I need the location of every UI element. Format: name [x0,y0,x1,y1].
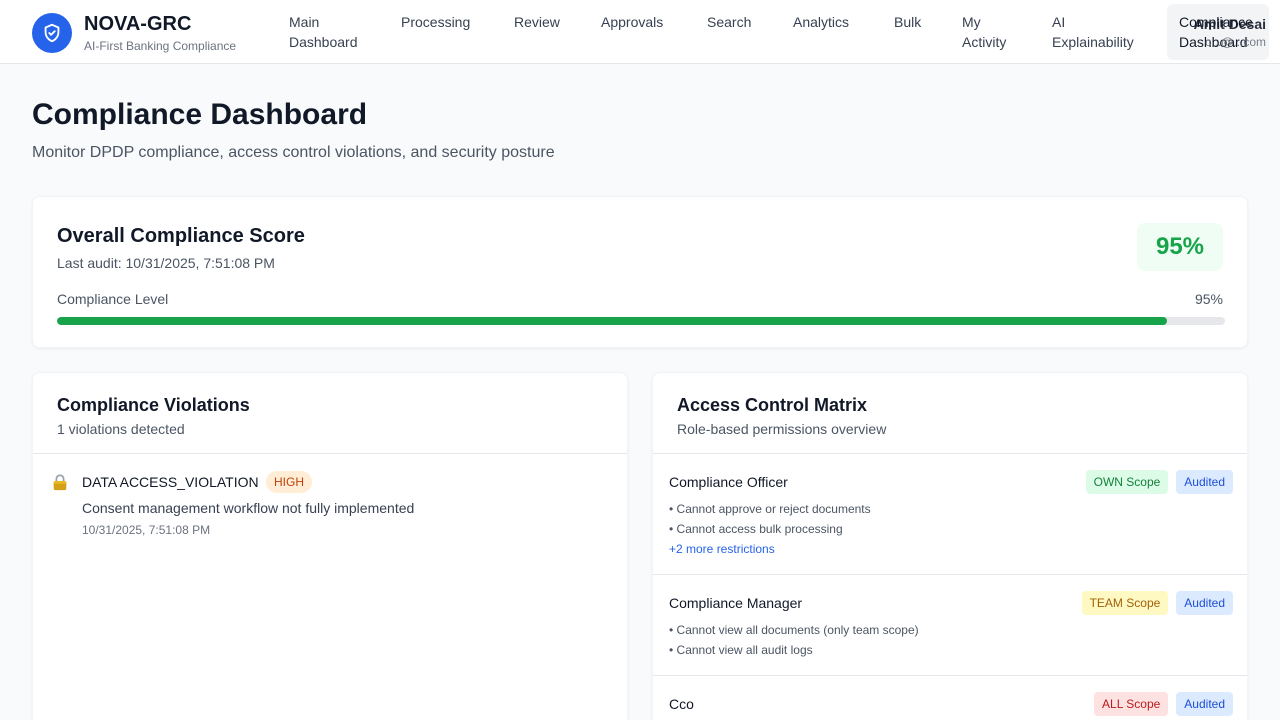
brand[interactable]: NOVA-GRC AI-First Banking Compliance [32,12,236,54]
violation-type: DATA ACCESS_VIOLATION [82,474,259,490]
nav-processing[interactable]: Processing [401,12,470,32]
nav-analytics[interactable]: Analytics [793,12,849,32]
access-control-card: Access Control Matrix Role-based permiss… [652,372,1248,720]
nav-bulk[interactable]: Bulk [894,12,921,32]
compliance-progress-fill [57,317,1167,325]
audited-badge: Audited [1176,591,1233,615]
shield-check-icon [32,13,72,53]
restriction-item: • Cannot view all documents (only team s… [669,623,919,637]
nav-ai-explainability[interactable]: AI Explainability [1052,12,1134,52]
nav-label: My [962,14,981,30]
violation-description: Consent management workflow not fully im… [82,500,415,516]
nav-label: Search [707,14,752,30]
scope-badge: TEAM Scope [1081,591,1169,615]
restriction-item: • Cannot approve or reject documents [669,502,871,516]
access-control-title: Access Control Matrix [677,395,868,415]
nav-label: Explainability [1052,34,1134,50]
app-tagline: AI-First Banking Compliance [84,39,237,53]
compliance-level-value: 95% [1194,291,1223,307]
audited-badge: Audited [1176,692,1233,716]
user-menu[interactable]: Amit Desai c...@...com [1194,14,1266,50]
access-control-header: Access Control Matrix Role-based permiss… [653,373,1247,454]
lock-icon [53,474,67,491]
role-row[interactable]: Cco ALL Scope Audited [653,676,1247,720]
top-header: NOVA-GRC AI-First Banking Compliance Mai… [0,0,1280,64]
violations-count: 1 violations detected [57,421,185,437]
nav-label: Activity [962,34,1007,50]
restriction-item: • Cannot view all audit logs [669,643,813,657]
nav-review[interactable]: Review [514,12,560,32]
user-email: c...@...com [1205,35,1266,49]
scope-badge: OWN Scope [1085,470,1169,494]
role-badges: TEAM Scope Audited [1081,591,1233,615]
severity-badge: HIGH [266,471,312,493]
page-subtitle: Monitor DPDP compliance, access control … [32,144,555,161]
scope-badge: ALL Scope [1094,692,1169,716]
app-name: NOVA-GRC [84,13,192,35]
violation-timestamp: 10/31/2025, 7:51:08 PM [82,523,211,537]
nav-label: Review [514,14,560,30]
role-name: Cco [669,696,694,712]
role-badges: OWN Scope Audited [1085,470,1233,494]
role-row[interactable]: Compliance Officer OWN Scope Audited • C… [653,454,1247,575]
nav-approvals[interactable]: Approvals [601,12,663,32]
violations-title: Compliance Violations [57,395,250,415]
access-control-subtitle: Role-based permissions overview [677,421,887,437]
nav-label: AI [1052,14,1066,30]
violations-header: Compliance Violations 1 violations detec… [33,373,627,454]
last-audit: Last audit: 10/31/2025, 7:51:08 PM [57,255,275,271]
role-row[interactable]: Compliance Manager TEAM Scope Audited • … [653,575,1247,676]
nav-label: Main [289,14,320,30]
score-title: Overall Compliance Score [57,225,305,247]
audited-badge: Audited [1176,470,1233,494]
nav-label: Bulk [894,14,922,30]
role-badges: ALL Scope Audited [1094,692,1233,716]
nav-label: Processing [401,14,471,30]
nav-search[interactable]: Search [707,12,751,32]
restriction-item: • Cannot access bulk processing [669,522,843,536]
violations-card: Compliance Violations 1 violations detec… [32,372,628,720]
user-name: Amit Desai [1193,16,1266,32]
score-badge: 95% [1137,223,1223,271]
compliance-score-card: Overall Compliance Score Last audit: 10/… [32,196,1248,348]
nav-label: Analytics [793,14,850,30]
compliance-level-label: Compliance Level [57,291,169,307]
page-title: Compliance Dashboard [32,98,368,131]
role-name: Compliance Manager [669,595,803,611]
nav-my-activity[interactable]: My Activity [962,12,1006,52]
role-name: Compliance Officer [669,474,788,490]
more-restrictions-link[interactable]: +2 more restrictions [669,541,775,557]
nav-main-dashboard[interactable]: Main Dashboard [289,12,358,52]
compliance-progress-bar [57,317,1225,325]
nav-label: Approvals [601,14,664,30]
nav-label: Dashboard [289,34,358,50]
